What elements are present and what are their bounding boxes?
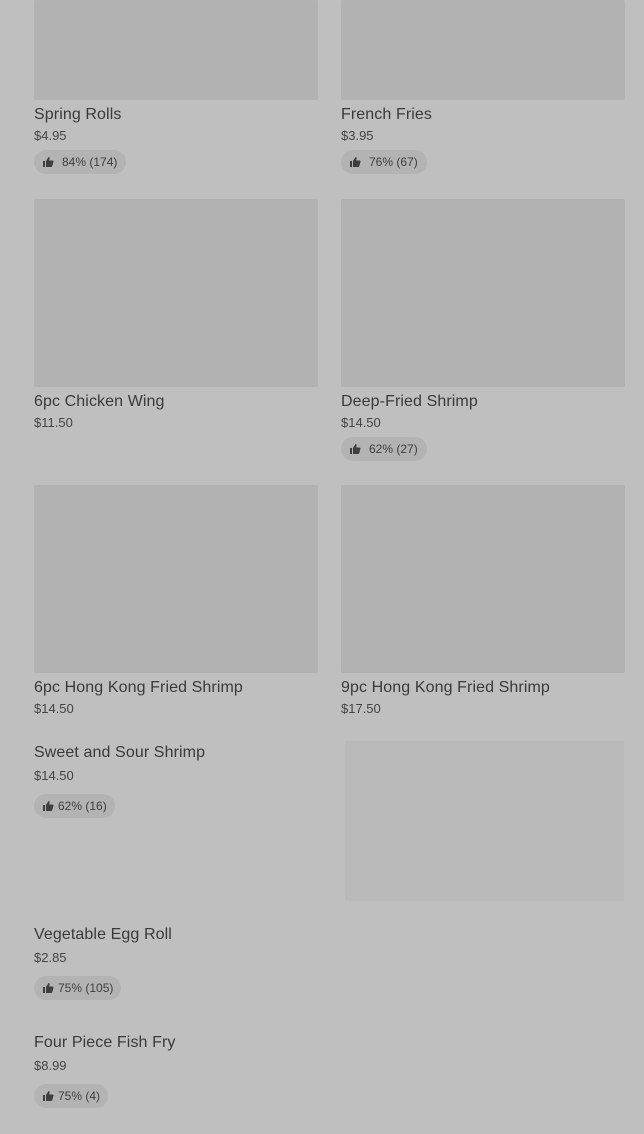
menu-item-card[interactable]: 9pc Hong Kong Fried Shrimp $17.50	[341, 485, 625, 717]
thumbs-up-icon	[350, 444, 361, 454]
menu-item-card[interactable]: 6pc Chicken Wing $11.50	[34, 199, 318, 431]
menu-item-image	[34, 0, 318, 100]
menu-item-title: 6pc Chicken Wing	[34, 393, 165, 410]
rating-text: 75% (105)	[58, 981, 114, 995]
thumbs-up-icon	[43, 1091, 54, 1101]
menu-item-price: $11.50	[34, 415, 73, 430]
thumbs-up-icon	[350, 157, 361, 167]
menu-item-card[interactable]: French Fries $3.95 76% (67)	[341, 0, 625, 174]
menu-item-title: 9pc Hong Kong Fried Shrimp	[341, 679, 550, 696]
rating-text: 75% (4)	[58, 1089, 101, 1103]
menu-item-image	[341, 485, 625, 673]
menu-item-title: Four Piece Fish Fry	[34, 1034, 176, 1051]
menu-item-title: Deep-Fried Shrimp	[341, 393, 478, 410]
menu-item-image	[345, 741, 624, 901]
menu-list-item[interactable]: Vegetable Egg Roll $2.85 75% (105)	[34, 925, 324, 1000]
rating-text: 62% (27)	[369, 442, 418, 456]
menu-list-item[interactable]: Four Piece Fish Fry $8.99 75% (4)	[34, 1033, 324, 1108]
thumbs-up-icon	[43, 983, 54, 993]
thumbs-up-icon	[43, 157, 54, 167]
menu-item-card[interactable]: Deep-Fried Shrimp $14.50 62% (27)	[341, 199, 625, 461]
menu-item-price: $14.50	[34, 701, 74, 716]
menu-item-price: $8.99	[34, 1058, 67, 1073]
rating-text: 76% (67)	[369, 155, 418, 169]
menu-item-image	[341, 0, 625, 100]
menu-item-title: 6pc Hong Kong Fried Shrimp	[34, 679, 243, 696]
menu-item-title: French Fries	[341, 106, 432, 123]
menu-item-price: $14.50	[34, 768, 74, 783]
menu-item-image	[34, 199, 318, 387]
menu-item-title: Spring Rolls	[34, 106, 122, 123]
rating-text: 62% (16)	[58, 799, 107, 813]
menu-item-image	[341, 199, 625, 387]
menu-item-title: Vegetable Egg Roll	[34, 926, 172, 943]
menu-item-title: Sweet and Sour Shrimp	[34, 744, 206, 761]
menu-item-price: $14.50	[341, 415, 381, 430]
rating-badge: 75% (4)	[34, 1084, 109, 1108]
menu-item-card[interactable]: Spring Rolls $4.95 84% (174)	[34, 0, 318, 174]
rating-badge: 84% (174)	[34, 150, 127, 174]
menu-item-price: $2.85	[34, 950, 67, 965]
rating-badge: 76% (67)	[341, 150, 427, 174]
menu-item-image	[34, 485, 318, 673]
menu-item-price: $4.95	[34, 128, 67, 143]
menu-item-price: $17.50	[341, 701, 381, 716]
rating-badge: 62% (27)	[341, 437, 427, 461]
thumbs-up-icon	[43, 801, 54, 811]
rating-badge: 62% (16)	[34, 794, 115, 818]
rating-text: 84% (174)	[62, 155, 118, 169]
rating-badge: 75% (105)	[34, 976, 122, 1000]
menu-item-card[interactable]: 6pc Hong Kong Fried Shrimp $14.50	[34, 485, 318, 717]
menu-item-price: $3.95	[341, 128, 374, 143]
menu-list-item[interactable]: Sweet and Sour Shrimp $14.50 62% (16)	[34, 743, 324, 818]
